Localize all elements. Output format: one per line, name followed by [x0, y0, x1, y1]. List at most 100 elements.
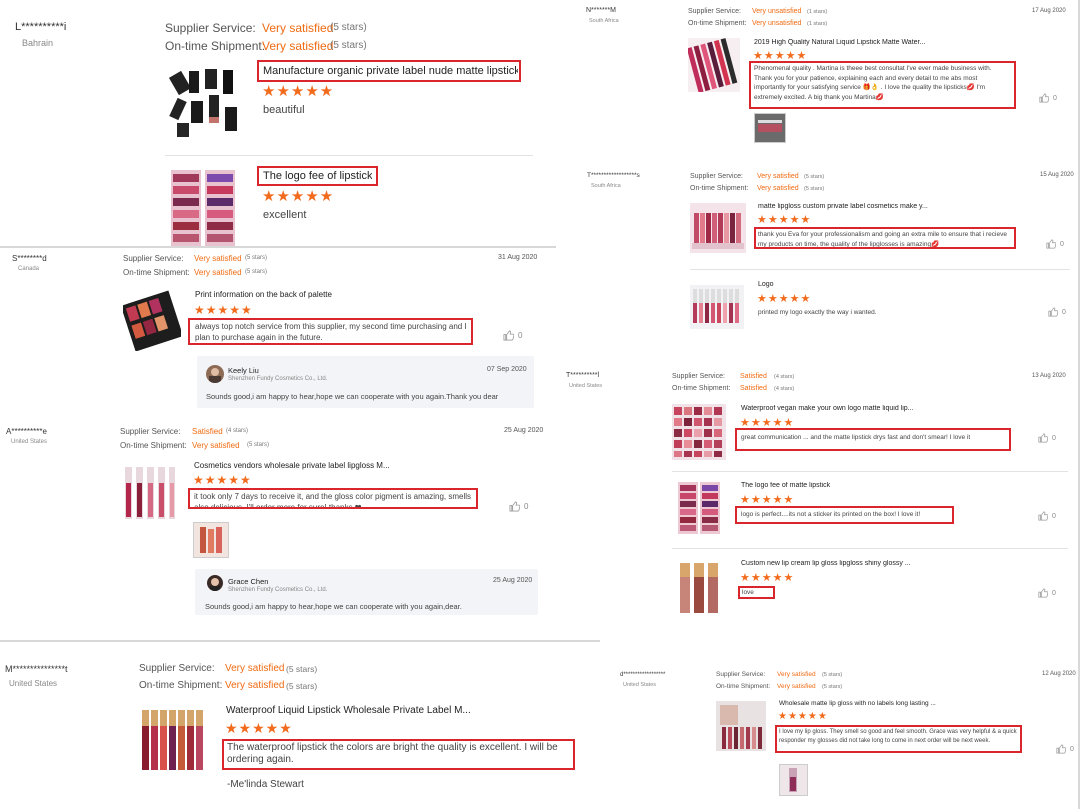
supplier-service-value: Satisfied: [192, 427, 223, 436]
product-thumbnail[interactable]: [688, 38, 740, 92]
like-count: 0: [1070, 745, 1074, 753]
review-card: L**********i Bahrain Supplier Service: V…: [0, 0, 548, 246]
reply-text: Sounds good,i am happy to hear,hope we c…: [205, 602, 462, 611]
highlight-box: [222, 739, 575, 770]
like-button[interactable]: 0: [1056, 744, 1074, 754]
lipgloss-image: [716, 701, 766, 751]
product-title[interactable]: Custom new lip cream lip gloss lipgloss …: [741, 560, 911, 567]
product-thumbnail[interactable]: [672, 404, 726, 460]
review-card: M***************t United States Supplier…: [0, 650, 600, 809]
supplier-service-value: Very satisfied: [757, 173, 799, 180]
like-button[interactable]: 0: [1038, 433, 1056, 443]
like-button[interactable]: 0: [1046, 239, 1064, 249]
divider: [0, 640, 600, 642]
highlight-box: [735, 506, 954, 524]
product-thumbnail[interactable]: [121, 465, 177, 521]
like-button[interactable]: 0: [1039, 93, 1057, 103]
product-title[interactable]: Waterproof vegan make your own logo matt…: [741, 405, 914, 412]
product-thumbnail[interactable]: [672, 480, 726, 536]
like-count: 0: [1052, 589, 1056, 597]
review-card: A**********e United States Supplier Serv…: [0, 421, 548, 617]
product-title[interactable]: The logo fee of matte lipstick: [741, 482, 830, 489]
product-thumbnail[interactable]: [690, 203, 746, 253]
lipgloss-image: [690, 285, 744, 329]
product-thumbnail[interactable]: [716, 701, 766, 751]
highlight-box: [188, 488, 478, 509]
reply-company: Shenzhen Fundy Cosmetics Co., Ltd.: [228, 587, 328, 593]
lipstick-image: [171, 170, 235, 246]
palette-image: [123, 290, 181, 351]
star-rating: ★★★★★: [262, 83, 335, 100]
review-photo[interactable]: [193, 522, 229, 558]
product-thumbnail[interactable]: [123, 289, 181, 351]
like-button[interactable]: 0: [1038, 511, 1056, 521]
thumbs-up-icon: [1048, 307, 1058, 317]
separator: [165, 155, 533, 156]
shipment-value: Satisfied: [740, 385, 767, 392]
product-thumbnail[interactable]: [165, 170, 242, 246]
thumbs-up-icon: [1046, 239, 1056, 249]
supplier-service-label: Supplier Service:: [120, 427, 181, 436]
highlight-box: [735, 428, 1011, 451]
supplier-service-stars: (5 stars): [286, 664, 318, 674]
reviewer-country: United States: [9, 679, 58, 688]
supplier-reply: Keely Liu Shenzhen Fundy Cosmetics Co., …: [197, 356, 534, 408]
shipment-stars: (5 stars): [822, 684, 843, 690]
reviewer-signature: -Me'linda Stewart: [227, 779, 304, 790]
review-card: S********d Canada Supplier Service: Very…: [0, 248, 548, 416]
like-button[interactable]: 0: [509, 501, 528, 512]
supplier-service-value: Very satisfied: [194, 254, 242, 263]
highlight-box: [257, 60, 521, 82]
like-button[interactable]: 0: [1048, 307, 1066, 317]
shipment-label: On-time Shipment:: [688, 20, 747, 27]
product-title[interactable]: Wholesale matte lip gloss with no labels…: [779, 700, 936, 707]
star-rating: ★★★★★: [740, 494, 795, 506]
product-title[interactable]: Logo: [758, 281, 774, 288]
product-thumbnail[interactable]: [165, 65, 242, 142]
reviewer-name: A**********e: [6, 427, 47, 436]
product-title[interactable]: Waterproof Liquid Lipstick Wholesale Pri…: [226, 705, 471, 716]
product-title[interactable]: Cosmetics vendors wholesale private labe…: [194, 461, 390, 470]
thumbs-up-icon: [1038, 511, 1048, 521]
like-count: 0: [1053, 94, 1057, 102]
highlight-box: [188, 318, 473, 345]
review-date: 13 Aug 2020: [1032, 373, 1066, 379]
reviewer-country: United States: [11, 439, 48, 445]
like-button[interactable]: 0: [503, 330, 522, 341]
like-count: 0: [1052, 512, 1056, 520]
review-photo[interactable]: [779, 764, 808, 796]
review-photo[interactable]: [754, 113, 786, 143]
supplier-service-stars: (5 stars): [804, 174, 825, 180]
like-count: 0: [1062, 308, 1066, 316]
supplier-service-label: Supplier Service:: [688, 8, 741, 15]
reviewer-country: United States: [623, 682, 657, 688]
reviewer-name: T**********l: [566, 372, 600, 379]
product-thumbnail[interactable]: [139, 706, 209, 776]
product-title[interactable]: 2019 High Quality Natural Liquid Lipstic…: [754, 39, 925, 46]
supplier-service-label: Supplier Service:: [139, 663, 215, 674]
like-button[interactable]: 0: [1038, 588, 1056, 598]
lipgloss-image: [680, 563, 718, 613]
reply-author: Keely Liu: [228, 366, 259, 375]
star-rating: ★★★★★: [757, 293, 812, 305]
shipment-label: On-time Shipment:: [165, 39, 266, 53]
divider: [0, 246, 556, 248]
review-card: d****************** United States Suppli…: [606, 664, 1082, 809]
review-text: excellent: [263, 209, 307, 221]
product-title[interactable]: matte lipgloss custom private label cosm…: [758, 203, 928, 210]
review-card: T**********l United States Supplier Serv…: [556, 364, 1082, 622]
shipment-value: Very satisfied: [777, 683, 816, 690]
shipment-value: Very satisfied: [225, 680, 285, 691]
reviewer-name: T******************s: [587, 172, 640, 179]
product-thumbnail[interactable]: [690, 285, 744, 329]
product-thumbnail[interactable]: [674, 561, 726, 615]
shipment-label: On-time Shipment:: [120, 441, 187, 450]
supplier-service-stars: (5 stars): [822, 672, 843, 678]
thumbs-up-icon: [503, 330, 514, 341]
supplier-service-label: Supplier Service:: [690, 173, 743, 180]
supplier-service-label: Supplier Service:: [716, 671, 766, 678]
shipment-label: On-time Shipment:: [690, 185, 749, 192]
supplier-service-label: Supplier Service:: [123, 254, 184, 263]
reviewer-country: Bahrain: [22, 38, 54, 48]
product-title[interactable]: Print information on the back of palette: [195, 290, 332, 299]
